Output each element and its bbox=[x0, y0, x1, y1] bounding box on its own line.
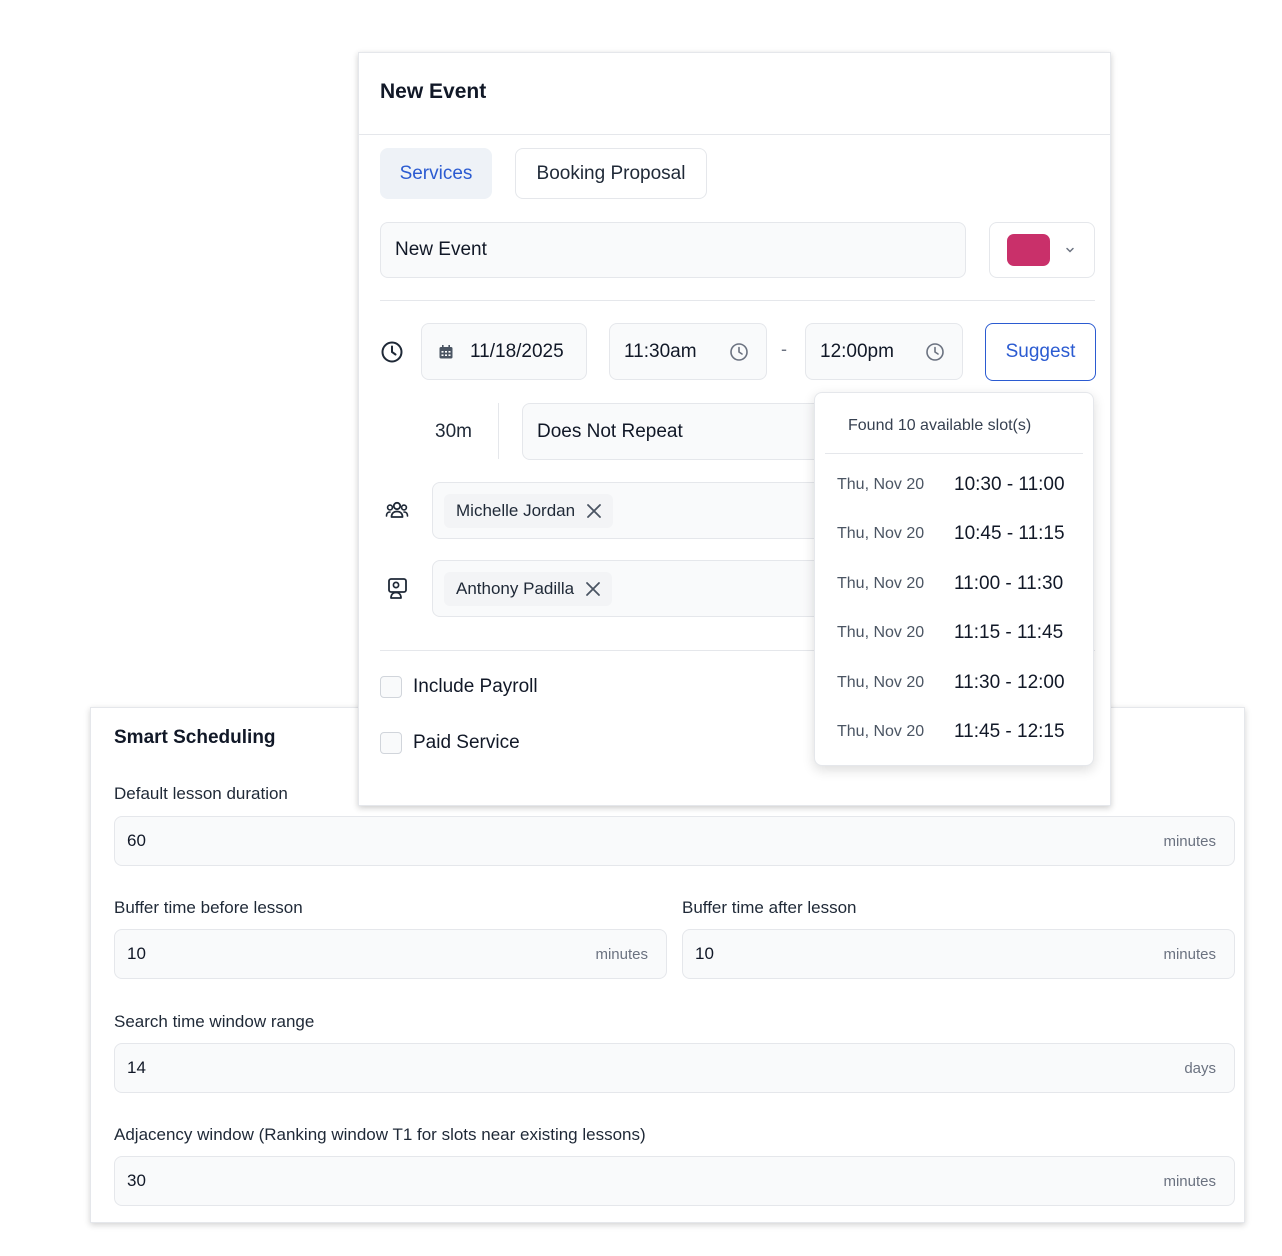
clock-icon bbox=[381, 341, 403, 363]
buffer-after-unit: minutes bbox=[1163, 945, 1216, 963]
duration-label: 30m bbox=[435, 421, 472, 442]
slot-date: Thu, Nov 20 bbox=[837, 575, 925, 592]
suggest-button[interactable]: Suggest bbox=[985, 323, 1096, 381]
start-time-value: 11:30am bbox=[624, 340, 697, 362]
default-duration-value: 60 bbox=[127, 831, 146, 850]
buffer-before-unit: minutes bbox=[595, 945, 648, 963]
attendee-chip-label: Michelle Jordan bbox=[456, 501, 576, 520]
buffer-before-input[interactable]: 10 minutes bbox=[114, 929, 667, 979]
tab-booking-proposal[interactable]: Booking Proposal bbox=[515, 148, 707, 199]
calendar-icon bbox=[439, 344, 453, 358]
repeat-select[interactable]: Does Not Repeat bbox=[522, 403, 852, 460]
slot-time: 11:00 - 11:30 bbox=[954, 573, 1064, 594]
close-icon[interactable] bbox=[584, 580, 602, 598]
default-duration-input[interactable]: 60 minutes bbox=[114, 816, 1235, 866]
buffer-before-label: Buffer time before lesson bbox=[114, 898, 303, 917]
date-input[interactable]: 11/18/2025 bbox=[421, 323, 587, 380]
buffer-after-input[interactable]: 10 minutes bbox=[682, 929, 1235, 979]
event-name-value: New Event bbox=[395, 239, 487, 260]
slot-date: Thu, Nov 20 bbox=[837, 624, 925, 641]
slot-time: 10:45 - 11:15 bbox=[954, 523, 1065, 544]
slot-time: 10:30 - 11:00 bbox=[954, 474, 1065, 495]
slot-time: 11:15 - 11:45 bbox=[954, 622, 1064, 643]
repeat-value: Does Not Repeat bbox=[537, 420, 683, 442]
search-window-label: Search time window range bbox=[114, 1012, 315, 1031]
slot-date: Thu, Nov 20 bbox=[837, 674, 925, 691]
header-divider bbox=[359, 134, 1110, 135]
close-icon[interactable] bbox=[585, 502, 603, 520]
slot-option[interactable]: Thu, Nov 20 11:45 - 12:15 bbox=[815, 710, 1093, 754]
instructor-field[interactable]: Anthony Padilla bbox=[432, 560, 832, 617]
adjacency-window-value: 30 bbox=[127, 1171, 146, 1190]
time-separator: - bbox=[781, 339, 787, 359]
chevron-down-icon bbox=[1066, 247, 1074, 253]
search-window-value: 14 bbox=[127, 1058, 146, 1077]
settings-title: Smart Scheduling bbox=[114, 727, 276, 748]
slot-suggestions-dropdown: Found 10 available slot(s) Thu, Nov 20 1… bbox=[814, 392, 1094, 766]
color-swatch bbox=[1007, 234, 1050, 266]
slot-option[interactable]: Thu, Nov 20 11:30 - 12:00 bbox=[815, 661, 1093, 705]
paid-service-label: Paid Service bbox=[413, 732, 520, 753]
slot-option[interactable]: Thu, Nov 20 10:45 - 11:15 bbox=[815, 512, 1093, 556]
default-duration-unit: minutes bbox=[1163, 832, 1216, 850]
default-duration-label: Default lesson duration bbox=[114, 784, 288, 803]
adjacency-window-unit: minutes bbox=[1163, 1172, 1216, 1190]
event-name-input[interactable]: New Event bbox=[380, 222, 966, 278]
duration-divider bbox=[498, 403, 499, 459]
slot-time: 11:45 - 12:15 bbox=[954, 721, 1065, 742]
slot-date: Thu, Nov 20 bbox=[837, 525, 925, 542]
end-time-input[interactable]: 12:00pm bbox=[805, 323, 963, 380]
buffer-after-value: 10 bbox=[695, 944, 714, 963]
attendees-field[interactable]: Michelle Jordan bbox=[432, 482, 832, 539]
slot-option[interactable]: Thu, Nov 20 10:30 - 11:00 bbox=[815, 463, 1093, 507]
modal-title: New Event bbox=[380, 80, 487, 103]
start-time-input[interactable]: 11:30am bbox=[609, 323, 767, 380]
instructor-chip-label: Anthony Padilla bbox=[456, 579, 575, 598]
tab-services[interactable]: Services bbox=[380, 148, 492, 199]
attendee-chip: Michelle Jordan bbox=[444, 494, 614, 528]
slot-time: 11:30 - 12:00 bbox=[954, 672, 1065, 693]
time-clock-icon bbox=[730, 342, 748, 361]
adjacency-window-input[interactable]: 30 minutes bbox=[114, 1156, 1235, 1206]
slot-date: Thu, Nov 20 bbox=[837, 476, 925, 493]
date-value: 11/18/2025 bbox=[470, 340, 564, 362]
include-payroll-label: Include Payroll bbox=[413, 676, 538, 697]
instructor-chip: Anthony Padilla bbox=[444, 572, 613, 606]
end-time-value: 12:00pm bbox=[820, 340, 894, 362]
users-icon bbox=[385, 501, 409, 518]
slots-found-text: Found 10 available slot(s) bbox=[848, 417, 1032, 434]
include-payroll-checkbox[interactable] bbox=[380, 676, 402, 698]
slot-date: Thu, Nov 20 bbox=[837, 723, 925, 740]
adjacency-window-label: Adjacency window (Ranking window T1 for … bbox=[114, 1125, 646, 1144]
instructor-icon bbox=[388, 578, 407, 599]
search-window-unit: days bbox=[1184, 1059, 1216, 1077]
paid-service-checkbox[interactable] bbox=[380, 732, 402, 754]
slot-option[interactable]: Thu, Nov 20 11:15 - 11:45 bbox=[815, 611, 1093, 655]
color-picker[interactable] bbox=[989, 222, 1095, 278]
section-divider bbox=[380, 300, 1095, 301]
dropdown-divider bbox=[825, 453, 1083, 454]
time-clock-icon bbox=[926, 342, 944, 361]
buffer-after-label: Buffer time after lesson bbox=[682, 898, 857, 917]
buffer-before-value: 10 bbox=[127, 944, 146, 963]
slot-option[interactable]: Thu, Nov 20 11:00 - 11:30 bbox=[815, 562, 1093, 606]
search-window-input[interactable]: 14 days bbox=[114, 1043, 1235, 1093]
